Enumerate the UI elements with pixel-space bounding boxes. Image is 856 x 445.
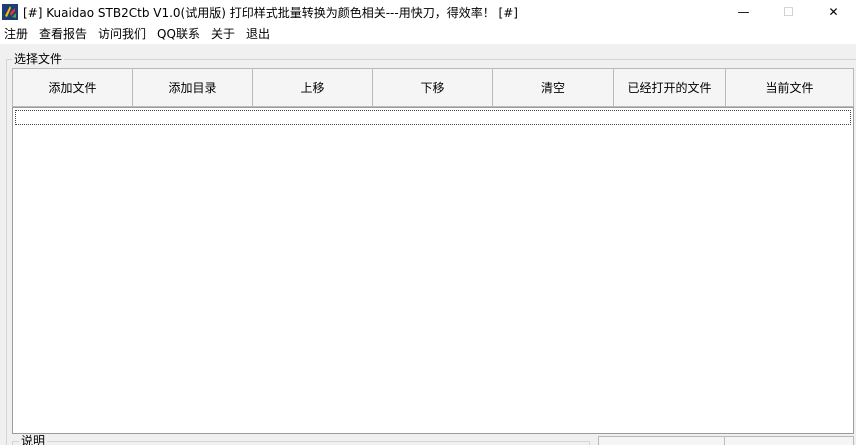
close-button[interactable]: ✕ [811, 0, 856, 24]
move-down-button[interactable]: 下移 [372, 68, 493, 107]
clear-button[interactable]: 清空 [492, 68, 614, 107]
menu-visit-us[interactable]: 访问我们 [93, 24, 152, 44]
bottom-button-right[interactable] [724, 436, 854, 445]
menu-about[interactable]: 关于 [206, 24, 241, 44]
menu-bar: 注册 查看报告 访问我们 QQ联系 关于 退出 [0, 24, 856, 44]
maximize-button: ☐ [766, 0, 811, 24]
close-icon: ✕ [828, 5, 839, 19]
add-directory-button[interactable]: 添加目录 [132, 68, 253, 107]
file-list[interactable] [12, 107, 854, 434]
menu-register[interactable]: 注册 [0, 24, 34, 44]
move-up-button[interactable]: 上移 [252, 68, 373, 107]
current-file-button[interactable]: 当前文件 [725, 68, 854, 107]
minimize-button[interactable]: — [721, 0, 766, 24]
minimize-icon: — [737, 5, 750, 19]
file-toolbar: 添加文件 添加目录 上移 下移 清空 已经打开的文件 当前文件 [12, 68, 854, 107]
window-controls: — ☐ ✕ [721, 0, 856, 24]
description-group [12, 441, 590, 445]
menu-view-report[interactable]: 查看报告 [34, 24, 93, 44]
bottom-button-left[interactable] [598, 436, 725, 445]
window-title: [#] Kuaidao STB2Ctb V1.0(试用版) 打印样式批量转换为颜… [23, 5, 518, 20]
opened-files-button[interactable]: 已经打开的文件 [613, 68, 726, 107]
app-icon[interactable] [2, 4, 18, 20]
menu-qq-contact[interactable]: QQ联系 [152, 24, 206, 44]
file-list-focus-row [15, 110, 851, 125]
title-bar: [#] Kuaidao STB2Ctb V1.0(试用版) 打印样式批量转换为颜… [0, 0, 856, 24]
file-select-group-title: 选择文件 [12, 51, 65, 67]
description-group-title: 说明 [19, 434, 48, 445]
add-file-button[interactable]: 添加文件 [12, 68, 133, 107]
maximize-icon: ☐ [783, 5, 794, 19]
menu-exit[interactable]: 退出 [241, 24, 276, 44]
